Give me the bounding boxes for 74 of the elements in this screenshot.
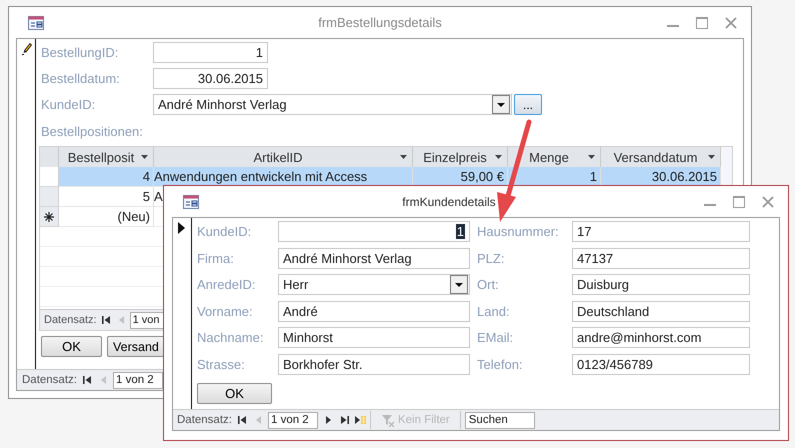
form-icon — [28, 16, 44, 30]
input-field[interactable]: 47137 — [572, 248, 750, 268]
browse-button[interactable]: ... — [514, 94, 542, 115]
field-label: Hausnummer: — [477, 224, 560, 239]
input-field[interactable]: André — [278, 300, 470, 322]
window-title: frmKundendetails — [402, 194, 496, 208]
field-label: PLZ: — [477, 250, 506, 266]
combo-box[interactable]: André Minhorst Verlag — [153, 94, 512, 115]
input-field[interactable]: 30.06.2015 — [153, 68, 268, 89]
field-label: Nachname: — [197, 330, 264, 345]
field-label: AnredeID: — [197, 277, 257, 292]
record-position-field[interactable]: 1 von 2 — [112, 372, 163, 388]
caret-icon[interactable] — [708, 155, 715, 159]
input-field[interactable]: Duisburg — [572, 274, 750, 295]
first-record-icon[interactable] — [100, 314, 113, 326]
caret-icon[interactable] — [400, 155, 407, 159]
table-cell: 30.06.2015 — [601, 167, 721, 187]
table-cell: 4 — [59, 167, 154, 187]
pencil-icon — [22, 43, 32, 55]
input-field[interactable]: André Minhorst Verlag — [278, 248, 470, 268]
asterisk-icon — [44, 212, 54, 222]
window-title: frmBestellungsdetails — [318, 15, 442, 30]
column-header[interactable]: Einzelpreis — [413, 147, 508, 167]
column-header[interactable]: ArtikelID — [154, 147, 413, 167]
input-field[interactable]: 1 — [153, 42, 268, 63]
close-icon[interactable] — [725, 17, 737, 29]
table-cell: 59,00 € — [413, 167, 508, 187]
form-icon — [183, 195, 199, 209]
maximize-icon[interactable] — [733, 196, 745, 208]
caret-icon[interactable] — [495, 155, 502, 159]
field-label: Ort: — [477, 277, 500, 292]
input-field[interactable]: Minhorst — [278, 327, 470, 348]
search-field[interactable]: Suchen — [464, 412, 535, 428]
input-field[interactable]: 17 — [572, 221, 750, 242]
caret-icon[interactable] — [588, 155, 595, 159]
dropdown-icon[interactable] — [492, 95, 510, 114]
input-field[interactable]: Borkhofer Str. — [278, 354, 470, 374]
record-label: Datensatz: — [177, 414, 232, 426]
record-label: Datensatz: — [22, 374, 77, 386]
table-cell: (Neu) — [59, 207, 154, 227]
input-field[interactable]: 0123/456789 — [572, 354, 750, 374]
filter-icon — [380, 413, 395, 427]
field-label: KundeID: — [41, 97, 96, 112]
ok-button[interactable]: OK — [197, 382, 272, 404]
new-record-icon[interactable] — [354, 414, 366, 426]
input-field[interactable]: 1 — [278, 221, 470, 242]
input-field[interactable]: Deutschland — [572, 300, 750, 322]
column-header[interactable]: Versanddatum — [601, 147, 721, 167]
field-label: Vorname: — [197, 304, 254, 318]
dropdown-icon[interactable] — [450, 275, 468, 294]
table-cell: Anwendungen entwickeln mit Access — [154, 167, 413, 187]
close-icon[interactable] — [762, 196, 774, 208]
field-label: EMail: — [477, 330, 514, 345]
column-header[interactable]: Bestellposit — [59, 147, 154, 167]
table-cell: 5 — [59, 187, 154, 207]
field-label: BestellungID: — [41, 45, 120, 60]
record-label: Datensatz: — [44, 314, 97, 326]
input-field[interactable]: andre@minhorst.com — [572, 327, 750, 348]
record-position-field[interactable]: 1 von 2 — [268, 412, 318, 428]
field-label: KundeID: — [197, 224, 252, 239]
field-label: Land: — [477, 304, 511, 318]
column-header[interactable]: Menge — [508, 147, 601, 167]
field-label: Telefon: — [477, 356, 524, 372]
first-record-icon[interactable] — [82, 374, 94, 386]
maximize-icon[interactable] — [696, 17, 708, 29]
subform-label: Bestellpositionen: — [41, 124, 144, 139]
field-label: Strasse: — [197, 356, 246, 372]
form-button[interactable]: OK — [41, 336, 102, 357]
first-record-icon[interactable] — [236, 414, 249, 426]
field-label: Firma: — [197, 250, 235, 266]
field-label: Bestelldatum: — [41, 71, 121, 86]
caret-icon[interactable] — [141, 155, 148, 159]
record-pointer-icon — [178, 222, 185, 234]
combo-box[interactable]: Herr — [278, 274, 470, 295]
